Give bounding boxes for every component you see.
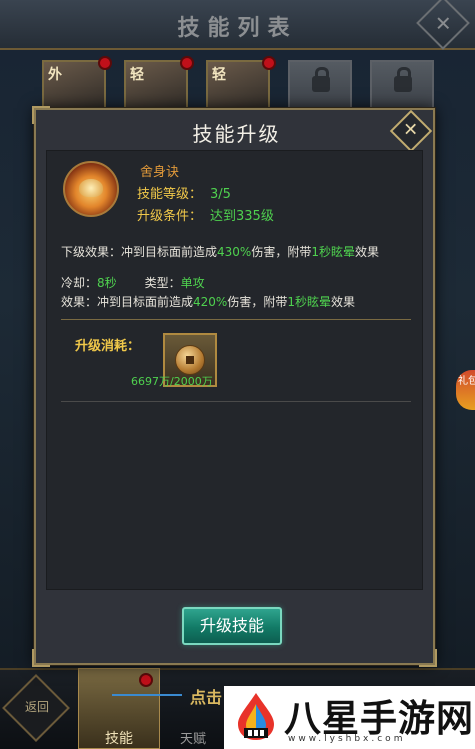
current-effect-prefix: 效果：冲到目标面前造成 (61, 295, 194, 309)
skill-list-title: 技能列表 (177, 15, 298, 41)
hero-portrait-2[interactable]: 轻 (124, 56, 194, 114)
skill-level-value: 3/5 (210, 187, 231, 202)
red-dot-icon (98, 56, 112, 70)
skill-detail-panel: 舍身诀 技能等级： 3/5 升级条件： 达到335级 下级效果：冲到目标面前造成43… (46, 150, 423, 590)
current-effect-stun: 1秒眩晕 (287, 295, 331, 309)
skill-tab-label: 技能 (105, 731, 133, 747)
hint-line (112, 694, 182, 696)
red-dot-icon (139, 673, 153, 687)
skill-level-label: 技能等级： (137, 187, 203, 202)
red-dot-icon (262, 56, 276, 70)
cooldown-label: 冷却： (61, 276, 98, 290)
next-effect-mid: 伤害，附带 (251, 245, 312, 259)
corner-ornament (32, 649, 50, 667)
upgrade-skill-button[interactable]: 升级技能 (182, 607, 282, 645)
skill-upgrade-dialog: 技能升级 ✕ 舍身诀 技能等级： 3/5 升级条件： 达到335级 下级效果：冲到目… (32, 106, 437, 667)
close-icon: ✕ (434, 10, 452, 35)
type-value: 单攻 (180, 276, 205, 290)
dialog-title: 技能升级 (192, 122, 281, 146)
divider (61, 401, 411, 402)
gift-badge[interactable]: 礼包 (456, 370, 475, 410)
cooldown-row: 冷却：8秒 类型：单攻 (61, 274, 205, 291)
divider (61, 319, 411, 320)
watermark-url: www.lyshbx.com (288, 734, 406, 744)
skill-icon (63, 161, 119, 217)
back-label: 返回 (24, 700, 49, 714)
talent-tab-label[interactable]: 天赋 (180, 728, 206, 747)
next-level-effect: 下级效果：冲到目标面前造成430%伤害，附带1秒眩晕效果 (61, 243, 379, 260)
watermark: 八星手游网 www.lyshbx.com (224, 686, 475, 749)
skill-level-row: 技能等级： 3/5 (137, 183, 231, 202)
close-icon: ✕ (403, 120, 419, 141)
upgrade-condition-label: 升级条件： (137, 209, 203, 224)
upgrade-condition-value: 达到335级 (210, 209, 274, 224)
cooldown-value: 8秒 (97, 276, 117, 290)
skill-name: 舍身诀 (140, 165, 180, 180)
current-effect: 效果：冲到目标面前造成420%伤害，附带1秒眩晕效果 (61, 293, 355, 310)
hero-portrait-1[interactable]: 外 (42, 56, 112, 114)
portrait-tag: 轻 (212, 67, 226, 83)
current-effect-suffix: 效果 (330, 295, 355, 309)
coin-icon (175, 345, 205, 375)
corner-ornament (419, 649, 437, 667)
portrait-tag: 外 (48, 67, 62, 83)
next-effect-suffix: 效果 (354, 245, 379, 259)
hero-portrait-locked-1[interactable] (288, 60, 352, 114)
lock-icon (312, 67, 330, 92)
tap-hint: 点击 (190, 688, 223, 707)
lock-icon (394, 67, 412, 92)
type-label: 类型： (144, 276, 181, 290)
next-effect-prefix: 下级效果：冲到目标面前造成 (61, 245, 218, 259)
gift-badge-label: 礼包 (458, 376, 475, 387)
red-dot-icon (180, 56, 194, 70)
cost-label: 升级消耗： (75, 339, 141, 354)
current-effect-percent: 420% (193, 295, 228, 309)
next-effect-percent: 430% (217, 245, 252, 259)
upgrade-condition-row: 升级条件： 达到335级 (137, 205, 274, 224)
next-effect-stun: 1秒眩晕 (311, 245, 355, 259)
cost-amount: 6697万/2000万 (131, 375, 213, 388)
hero-portrait-locked-2[interactable] (370, 60, 434, 114)
hero-portrait-3[interactable]: 轻 (206, 56, 276, 114)
current-effect-mid: 伤害，附带 (227, 295, 288, 309)
portrait-tag: 轻 (130, 67, 144, 83)
watermark-logo-icon (238, 693, 274, 740)
